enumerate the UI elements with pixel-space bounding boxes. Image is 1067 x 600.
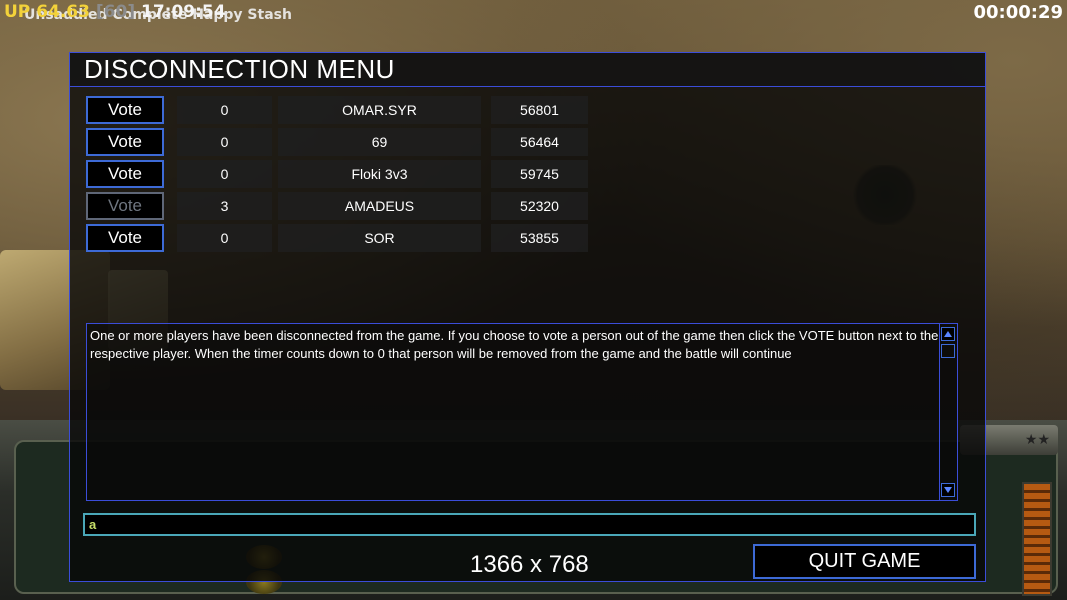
player-name: AMADEUS	[278, 192, 481, 220]
vote-count: 0	[177, 224, 272, 252]
hud-up-label: UP	[4, 2, 31, 22]
player-name: SOR	[278, 224, 481, 252]
vote-count: 3	[177, 192, 272, 220]
scroll-up-icon[interactable]	[941, 327, 955, 341]
player-ping: 52320	[491, 192, 588, 220]
hud-timer: 00:00:29	[973, 2, 1063, 23]
chat-input[interactable]: a	[83, 513, 976, 536]
player-name: OMAR.SYR	[278, 96, 481, 124]
player-name: 69	[278, 128, 481, 156]
vote-button[interactable]: Vote	[86, 96, 164, 124]
disconnection-dialog: DISCONNECTION MENU Vote 0 OMAR.SYR 56801…	[69, 52, 986, 582]
hud-up-value: 64.63	[36, 2, 90, 22]
vote-count: 0	[177, 128, 272, 156]
player-ping: 59745	[491, 160, 588, 188]
hud-stats: Unsaddled Complete Happy Stash UP 64.63 …	[4, 2, 292, 23]
vote-count: 0	[177, 96, 272, 124]
hud-fps: [60]	[95, 2, 136, 22]
power-meter	[1022, 482, 1052, 596]
dialog-title: DISCONNECTION MENU	[84, 54, 395, 84]
vote-button-disabled: Vote	[86, 192, 164, 220]
message-scrollbar[interactable]	[939, 324, 956, 500]
vote-button[interactable]: Vote	[86, 128, 164, 156]
message-text: One or more players have been disconnect…	[90, 328, 939, 361]
dialog-title-bar: DISCONNECTION MENU	[70, 53, 985, 87]
vote-button[interactable]: Vote	[86, 224, 164, 252]
player-name: Floki 3v3	[278, 160, 481, 188]
message-box[interactable]: One or more players have been disconnect…	[86, 323, 958, 501]
hud-clock: 17:09:54	[141, 2, 226, 22]
resolution-label: 1366 x 768	[470, 551, 589, 578]
scroll-thumb[interactable]	[941, 344, 955, 358]
scroll-down-icon[interactable]	[941, 483, 955, 497]
player-ping: 53855	[491, 224, 588, 252]
player-ping: 56464	[491, 128, 588, 156]
vote-count: 0	[177, 160, 272, 188]
player-ping: 56801	[491, 96, 588, 124]
quit-game-button[interactable]: QUIT GAME	[753, 544, 976, 579]
vote-button[interactable]: Vote	[86, 160, 164, 188]
